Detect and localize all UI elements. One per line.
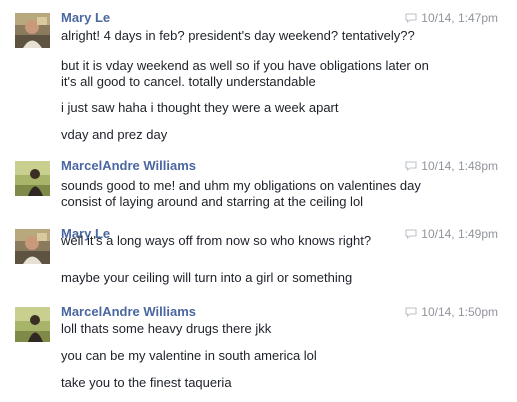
timestamp: 10/14, 1:50pm — [405, 305, 498, 320]
profile-photo-icon — [15, 13, 50, 48]
timestamp-text: 10/14, 1:49pm — [421, 227, 498, 241]
chat-bubble-icon — [405, 229, 417, 239]
message-text: it's all good to cancel. totally underst… — [61, 74, 316, 89]
avatar[interactable] — [15, 161, 50, 196]
timestamp: 10/14, 1:49pm — [405, 227, 498, 242]
message-text: take you to the finest taqueria — [61, 375, 232, 390]
profile-photo-icon — [15, 307, 50, 342]
avatar[interactable] — [15, 307, 50, 342]
message-text: i just saw haha i thought they were a we… — [61, 100, 339, 115]
profile-photo-icon — [15, 229, 50, 264]
sender-name[interactable]: MarcelAndre Williams — [61, 304, 196, 320]
message-group: MarcelAndre Williams 10/14, 1:48pm sound… — [0, 156, 517, 216]
avatar[interactable] — [15, 229, 50, 264]
profile-photo-icon — [15, 161, 50, 196]
avatar[interactable] — [15, 13, 50, 48]
message-text: loll thats some heavy drugs there jkk — [61, 321, 272, 336]
chat-bubble-icon — [405, 161, 417, 171]
sender-name[interactable]: Mary Le — [61, 10, 110, 26]
timestamp: 10/14, 1:48pm — [405, 159, 498, 174]
message-group: Mary Le 10/14, 1:47pm alright! 4 days in… — [0, 8, 517, 148]
message-text: alright! 4 days in feb? president's day … — [61, 28, 415, 43]
timestamp-text: 10/14, 1:50pm — [421, 305, 498, 319]
timestamp-text: 10/14, 1:48pm — [421, 159, 498, 173]
message-group: MarcelAndre Williams 10/14, 1:50pm loll … — [0, 302, 517, 400]
message-text: vday and prez day — [61, 127, 168, 142]
message-text: consist of laying around and starring at… — [61, 194, 364, 209]
chat-bubble-icon — [405, 13, 417, 23]
message-group: Mary Le 10/14, 1:49pm well it's a long w… — [0, 224, 517, 294]
chat-bubble-icon — [405, 307, 417, 317]
sender-name[interactable]: MarcelAndre Williams — [61, 158, 196, 174]
message-text: maybe your ceiling will turn into a girl… — [61, 270, 353, 285]
message-text: well it's a long ways off from now so wh… — [61, 233, 372, 248]
timestamp: 10/14, 1:47pm — [405, 11, 498, 26]
timestamp-text: 10/14, 1:47pm — [421, 11, 498, 25]
message-text: you can be my valentine in south america… — [61, 348, 317, 363]
message-thread: Mary Le 10/14, 1:47pm alright! 4 days in… — [0, 0, 517, 402]
